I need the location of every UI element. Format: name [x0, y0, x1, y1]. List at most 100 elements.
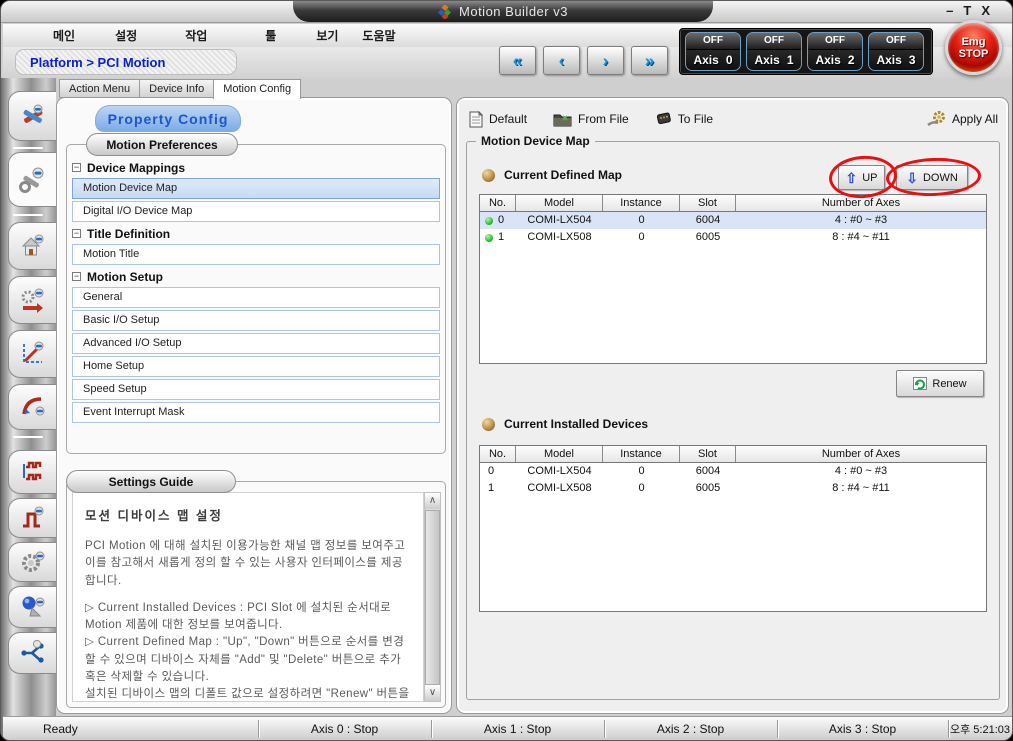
collapse-icon[interactable]: −: [72, 163, 81, 172]
table-row[interactable]: 1 COMI-LX508 0 6005 8 : #4 ~ #11: [480, 480, 986, 497]
status-clock: 오후 5:21:03: [948, 717, 1012, 741]
robot-arc-icon[interactable]: [8, 384, 56, 430]
axis-0-button[interactable]: OFF Axis0: [685, 32, 741, 71]
renew-button[interactable]: Renew: [896, 370, 984, 397]
emergency-stop-button[interactable]: Emg STOP: [945, 20, 1002, 75]
default-button[interactable]: Default: [469, 111, 527, 128]
current-defined-map-label: Current Defined Map: [482, 168, 622, 182]
close-button[interactable]: X: [981, 3, 990, 19]
apply-all-button[interactable]: Apply All: [926, 111, 998, 127]
robot-network-icon[interactable]: [8, 632, 56, 674]
tray-button[interactable]: T: [963, 3, 971, 19]
to-file-button[interactable]: To File: [655, 112, 713, 126]
from-file-button[interactable]: From File: [553, 112, 629, 127]
menu-help[interactable]: 도움말: [354, 27, 403, 44]
property-config-header: Property Config: [95, 105, 241, 132]
axis-2-button[interactable]: OFF Axis2: [807, 32, 863, 71]
tree-item-home-setup[interactable]: Home Setup: [72, 356, 440, 377]
motion-device-map-panel: Default From File To File Apply All Moti…: [456, 97, 1009, 714]
table-row[interactable]: 1 COMI-LX508 0 6005 8 : #4 ~ #11: [480, 229, 986, 246]
robot-wrench-icon[interactable]: [8, 152, 56, 207]
tab-action-menu[interactable]: Action Menu: [59, 79, 139, 98]
app-window: Motion Builder v3 – T X 메인 설정 작업 툴 보기 도움…: [0, 0, 1013, 741]
table-header: No. Model Instance Slot Number of Axes: [480, 446, 986, 463]
tree-item-speed-setup[interactable]: Speed Setup: [72, 379, 440, 400]
robot-pulse-dual-icon[interactable]: [8, 450, 56, 494]
guide-heading: 모션 디바이스 맵 설정: [85, 505, 411, 524]
up-button[interactable]: ⇧ UP: [838, 165, 885, 190]
axis-panel: OFF Axis0 OFF Axis1 OFF Axis2 OFF Axis3: [679, 28, 933, 75]
document-icon: [469, 111, 483, 128]
tree-item-motion-title[interactable]: Motion Title: [72, 244, 440, 265]
property-config-panel: Property Config Motion Preferences − Dev…: [56, 97, 452, 714]
tree-item-advanced-io-setup[interactable]: Advanced I/O Setup: [72, 333, 440, 354]
guide-scrollbar[interactable]: ∧ ∨: [424, 492, 441, 702]
status-ready: Ready: [43, 717, 78, 741]
breadcrumb: Platform > PCI Motion: [15, 49, 237, 75]
tab-row: Action Menu Device Info Motion Config: [59, 79, 301, 98]
scroll-thumb[interactable]: [425, 510, 440, 685]
menu-main[interactable]: 메인: [45, 27, 83, 44]
tree-item-event-interrupt-mask[interactable]: Event Interrupt Mask: [72, 402, 440, 423]
preferences-tree: − Device Mappings Motion Device Map Digi…: [72, 156, 440, 425]
axis-3-button[interactable]: OFF Axis3: [868, 32, 924, 71]
robot-gear-icon[interactable]: [8, 542, 56, 582]
renew-icon: [913, 377, 927, 390]
tree-item-basic-io-setup[interactable]: Basic I/O Setup: [72, 310, 440, 331]
scroll-down-icon[interactable]: ∨: [425, 685, 440, 701]
menu-settings[interactable]: 설정: [107, 27, 145, 44]
table-row[interactable]: 0 COMI-LX504 0 6004 4 : #0 ~ #3: [480, 463, 986, 480]
robot-sphere-icon[interactable]: [8, 586, 56, 628]
nav-first-button[interactable]: «: [499, 46, 536, 75]
nav-group: « ‹ › »: [499, 46, 668, 75]
status-bar: Ready Axis 0 : Stop Axis 1 : Stop Axis 2…: [3, 716, 1012, 740]
menu-task[interactable]: 작업: [177, 27, 215, 44]
tree-item-motion-device-map[interactable]: Motion Device Map: [72, 178, 440, 199]
file-toolbar: Default From File To File Apply All: [469, 107, 998, 131]
tab-motion-config[interactable]: Motion Config: [213, 79, 301, 99]
installed-devices-table: No. Model Instance Slot Number of Axes 0…: [479, 445, 987, 612]
robot-gears-arrow-icon[interactable]: [8, 276, 56, 324]
robot-tools-icon[interactable]: [8, 91, 56, 141]
nav-next-button[interactable]: ›: [587, 46, 624, 75]
bullet-sphere-icon: [482, 418, 495, 431]
scroll-up-icon[interactable]: ∧: [425, 493, 440, 509]
current-installed-devices-label: Current Installed Devices: [482, 417, 648, 431]
collapse-icon[interactable]: −: [72, 272, 81, 281]
title-bar: Motion Builder v3 – T X: [1, 1, 1012, 23]
tree-category-device-mappings[interactable]: − Device Mappings: [72, 159, 440, 176]
tab-device-info[interactable]: Device Info: [139, 79, 213, 98]
minimize-button[interactable]: –: [946, 3, 953, 19]
tree-category-title-definition[interactable]: − Title Definition: [72, 225, 440, 242]
chip-icon: [655, 112, 672, 126]
status-axis-1: Axis 1 : Stop: [431, 717, 604, 741]
table-row[interactable]: 0 COMI-LX504 0 6004 4 : #0 ~ #3: [480, 212, 986, 229]
status-led-icon: [485, 234, 493, 242]
nav-last-button[interactable]: »: [631, 46, 668, 75]
menu-view[interactable]: 보기: [308, 27, 346, 44]
up-arrow-icon: ⇧: [845, 171, 857, 185]
collapse-icon[interactable]: −: [72, 229, 81, 238]
gear-hand-icon: [926, 111, 946, 127]
tree-item-general[interactable]: General: [72, 287, 440, 308]
tree-item-digital-io-device-map[interactable]: Digital I/O Device Map: [72, 201, 440, 222]
title-band: Motion Builder v3: [293, 1, 713, 22]
down-button[interactable]: ⇩ DOWN: [896, 165, 968, 190]
robot-axis-chart-icon[interactable]: [8, 330, 56, 378]
folder-icon: [553, 112, 572, 127]
axis-1-button[interactable]: OFF Axis1: [746, 32, 802, 71]
window-title: Motion Builder v3: [459, 4, 568, 19]
table-header: No. Model Instance Slot Number of Axes: [480, 195, 986, 212]
nav-prev-button[interactable]: ‹: [543, 46, 580, 75]
status-axis-0: Axis 0 : Stop: [258, 717, 431, 741]
robot-home-icon[interactable]: [8, 222, 56, 270]
robot-pulse-icon[interactable]: [8, 498, 56, 538]
bullet-sphere-icon: [482, 169, 495, 182]
sidebar: [1, 78, 56, 741]
settings-guide-pill: Settings Guide: [66, 470, 236, 493]
status-led-icon: [485, 217, 493, 225]
tree-category-motion-setup[interactable]: − Motion Setup: [72, 268, 440, 285]
menu-tools[interactable]: 툴: [257, 27, 284, 44]
defined-map-table: No. Model Instance Slot Number of Axes 0…: [479, 194, 987, 364]
toolbar-row: Platform > PCI Motion « ‹ › » OFF Axis0 …: [3, 47, 1012, 78]
